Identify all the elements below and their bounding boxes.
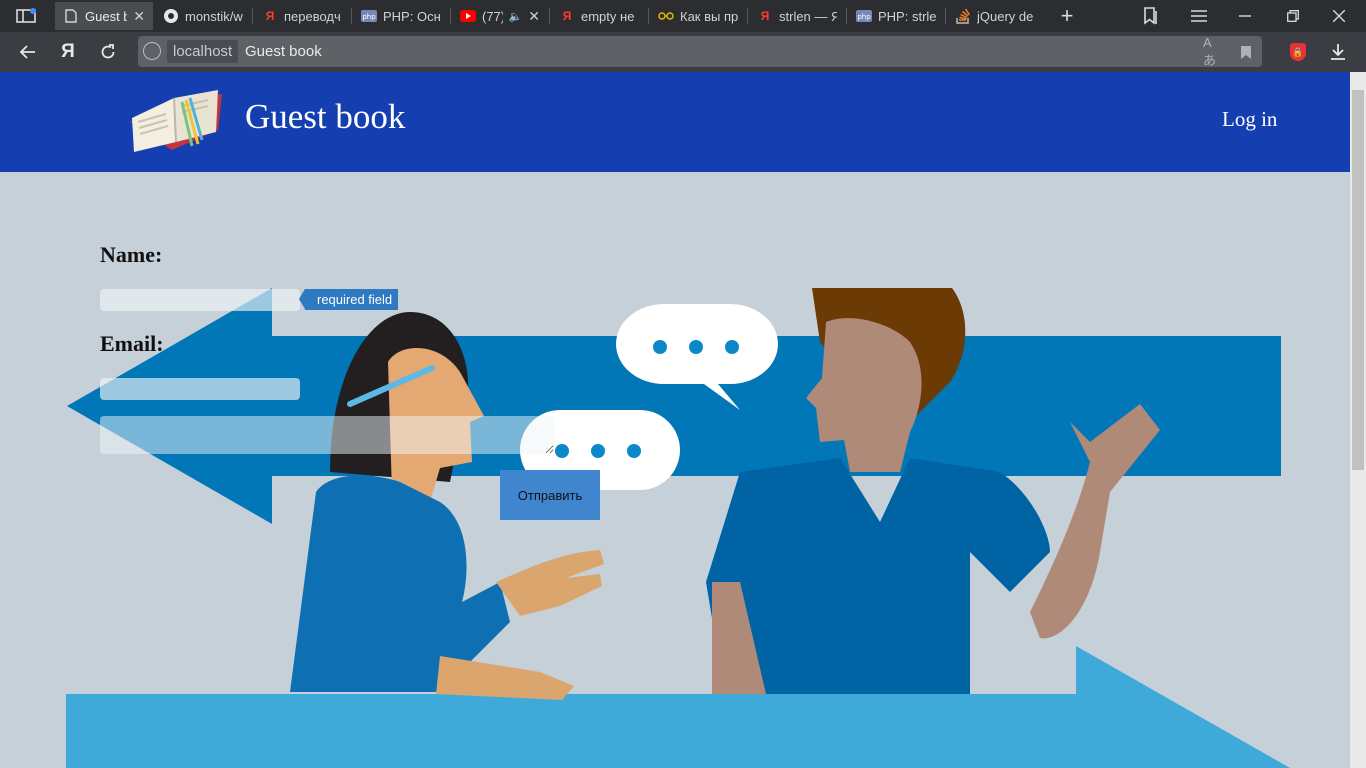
minimize-icon[interactable]: [1230, 0, 1260, 32]
tab-separator: [252, 8, 253, 24]
tab-github[interactable]: monstik/w: [155, 2, 251, 30]
globe-icon[interactable]: [143, 42, 161, 60]
menu-icon[interactable]: [1184, 0, 1214, 32]
tab-empty[interactable]: Я empty не: [551, 2, 647, 30]
tab-php-basics[interactable]: php PHP: Осн: [353, 2, 449, 30]
woman-hand-lower: [436, 656, 574, 700]
email-label: Email:: [100, 331, 164, 356]
name-label: Name:: [100, 242, 163, 267]
new-tab-icon[interactable]: +: [1052, 0, 1082, 32]
tab-separator: [648, 8, 649, 24]
required-field-badge: required field: [298, 289, 399, 310]
tab-label: jQuery de: [977, 8, 1034, 24]
yandex-home-icon[interactable]: Я: [53, 36, 83, 68]
tab-youtube[interactable]: (77) 🔈 ✕: [452, 2, 548, 30]
tab-separator: [945, 8, 946, 24]
tab-label: strlen — Я: [779, 8, 837, 24]
speaker-icon[interactable]: 🔈: [509, 10, 523, 23]
conversation-illustration: [66, 288, 1290, 768]
tab-label: empty не: [581, 8, 635, 24]
tab-translator[interactable]: Я переводч: [254, 2, 350, 30]
woman-body: [290, 475, 510, 692]
name-input[interactable]: [100, 289, 300, 311]
back-icon[interactable]: [13, 36, 43, 68]
yandex-icon: Я: [760, 9, 770, 23]
youtube-icon: [460, 8, 476, 24]
site-title[interactable]: Guest book: [245, 96, 405, 138]
glasses-icon: [658, 8, 674, 24]
login-link[interactable]: Log in: [1222, 106, 1277, 132]
tab-strlen-yandex[interactable]: Я strlen — Я: [749, 2, 845, 30]
page-icon: [63, 8, 79, 24]
svg-text:php: php: [362, 13, 376, 21]
close-icon[interactable]: ✕: [528, 8, 540, 25]
reload-icon[interactable]: [93, 36, 123, 68]
download-icon[interactable]: [1326, 38, 1350, 66]
tab-jquery[interactable]: jQuery de: [947, 2, 1043, 30]
tab-separator: [351, 8, 352, 24]
tab-how-do-you[interactable]: Как вы пр: [650, 2, 746, 30]
php-icon: php: [856, 8, 872, 24]
woman-hand: [496, 550, 604, 616]
tabs-panel-icon[interactable]: [8, 0, 44, 32]
submit-button[interactable]: Отправить: [500, 470, 600, 520]
yandex-icon: Я: [562, 9, 572, 23]
translate-icon[interactable]: Aあ: [1203, 35, 1223, 68]
restore-icon[interactable]: [1278, 0, 1308, 32]
tab-php-strlen[interactable]: php PHP: strle: [848, 2, 944, 30]
email-input[interactable]: [100, 378, 300, 400]
svg-text:php: php: [857, 13, 871, 21]
bookmarks-icon[interactable]: [1136, 0, 1166, 32]
stackoverflow-icon: [955, 8, 971, 24]
tab-separator: [549, 8, 550, 24]
url-page-title[interactable]: Guest book: [245, 40, 322, 63]
protect-shield-icon[interactable]: 🔒: [1290, 43, 1306, 61]
tab-label: переводч: [284, 8, 341, 24]
tab-guest-book[interactable]: Guest b ✕: [55, 2, 153, 30]
url-host[interactable]: localhost: [167, 40, 239, 63]
scrollbar-thumb[interactable]: [1352, 90, 1364, 470]
message-textarea[interactable]: [100, 416, 554, 454]
tab-label: PHP: strle: [878, 8, 936, 24]
github-icon: [163, 8, 179, 24]
tab-separator: [846, 8, 847, 24]
tab-label: Как вы пр: [680, 8, 738, 24]
tab-separator: [747, 8, 748, 24]
bookmark-icon[interactable]: [1236, 42, 1256, 62]
tab-separator: [450, 8, 451, 24]
open-book-logo-icon[interactable]: [126, 80, 226, 165]
close-window-icon[interactable]: [1324, 0, 1354, 32]
right-arrow-shape: [66, 646, 1290, 768]
close-icon[interactable]: ✕: [133, 8, 145, 25]
yandex-icon: Я: [265, 9, 275, 23]
tab-label: monstik/w: [185, 8, 243, 24]
tab-label: PHP: Осн: [383, 8, 441, 24]
tab-label: Guest b: [85, 8, 128, 24]
tab-label: (77): [482, 8, 503, 24]
php-icon: php: [361, 8, 377, 24]
